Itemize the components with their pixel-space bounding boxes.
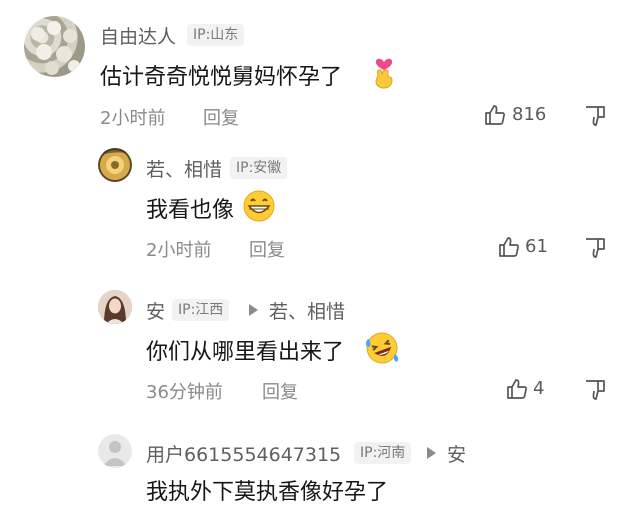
default-avatar[interactable] (98, 434, 132, 468)
like-icon[interactable] (497, 235, 521, 259)
reply-button[interactable]: 回复 (203, 104, 239, 130)
comment-time: 2小时前 (100, 108, 166, 129)
reply-to-arrow-icon (427, 447, 436, 459)
username[interactable]: 用户6615554647315 (146, 440, 341, 467)
reply-to-arrow-icon (249, 304, 258, 316)
comment-text: 估计奇奇悦悦舅妈怀孕了 (100, 65, 343, 90)
ip-location-badge: IP:山东 (187, 24, 245, 46)
avatar[interactable] (98, 290, 132, 324)
ip-location-badge: IP:河南 (354, 442, 412, 464)
like-count: 4 (533, 378, 545, 399)
dislike-icon[interactable] (583, 236, 607, 260)
reply-target-username[interactable]: 若、相惜 (269, 297, 345, 324)
username[interactable]: 自由达人 (100, 22, 176, 49)
dislike-icon[interactable] (583, 378, 607, 402)
comment-text: 我执外下莫执香像好孕了 (146, 480, 389, 505)
avatar[interactable] (98, 148, 132, 182)
comment-time: 36分钟前 (146, 382, 223, 403)
reply-button[interactable]: 回复 (262, 378, 298, 404)
comment-text: 我看也像 (146, 198, 235, 223)
like-icon[interactable] (505, 377, 529, 401)
username[interactable]: 若、相惜 (146, 155, 222, 182)
comment-text: 你们从哪里看出来了 (146, 340, 345, 365)
reply-button[interactable]: 回复 (249, 236, 285, 262)
like-count: 61 (525, 236, 548, 257)
ip-location-badge: IP:安徽 (230, 157, 288, 179)
comment-time: 2小时前 (146, 240, 212, 261)
crossed-fingers-heart-emoji-icon (375, 58, 393, 89)
ip-location-badge: IP:江西 (172, 299, 230, 321)
dislike-icon[interactable] (583, 104, 607, 128)
avatar[interactable] (24, 16, 85, 77)
like-icon[interactable] (483, 103, 507, 127)
laughing-tears-emoji-icon (365, 332, 399, 364)
grinning-emoji-icon (243, 190, 275, 222)
like-count: 816 (512, 104, 547, 125)
reply-target-username[interactable]: 安 (447, 440, 466, 467)
username[interactable]: 安 (146, 297, 165, 324)
